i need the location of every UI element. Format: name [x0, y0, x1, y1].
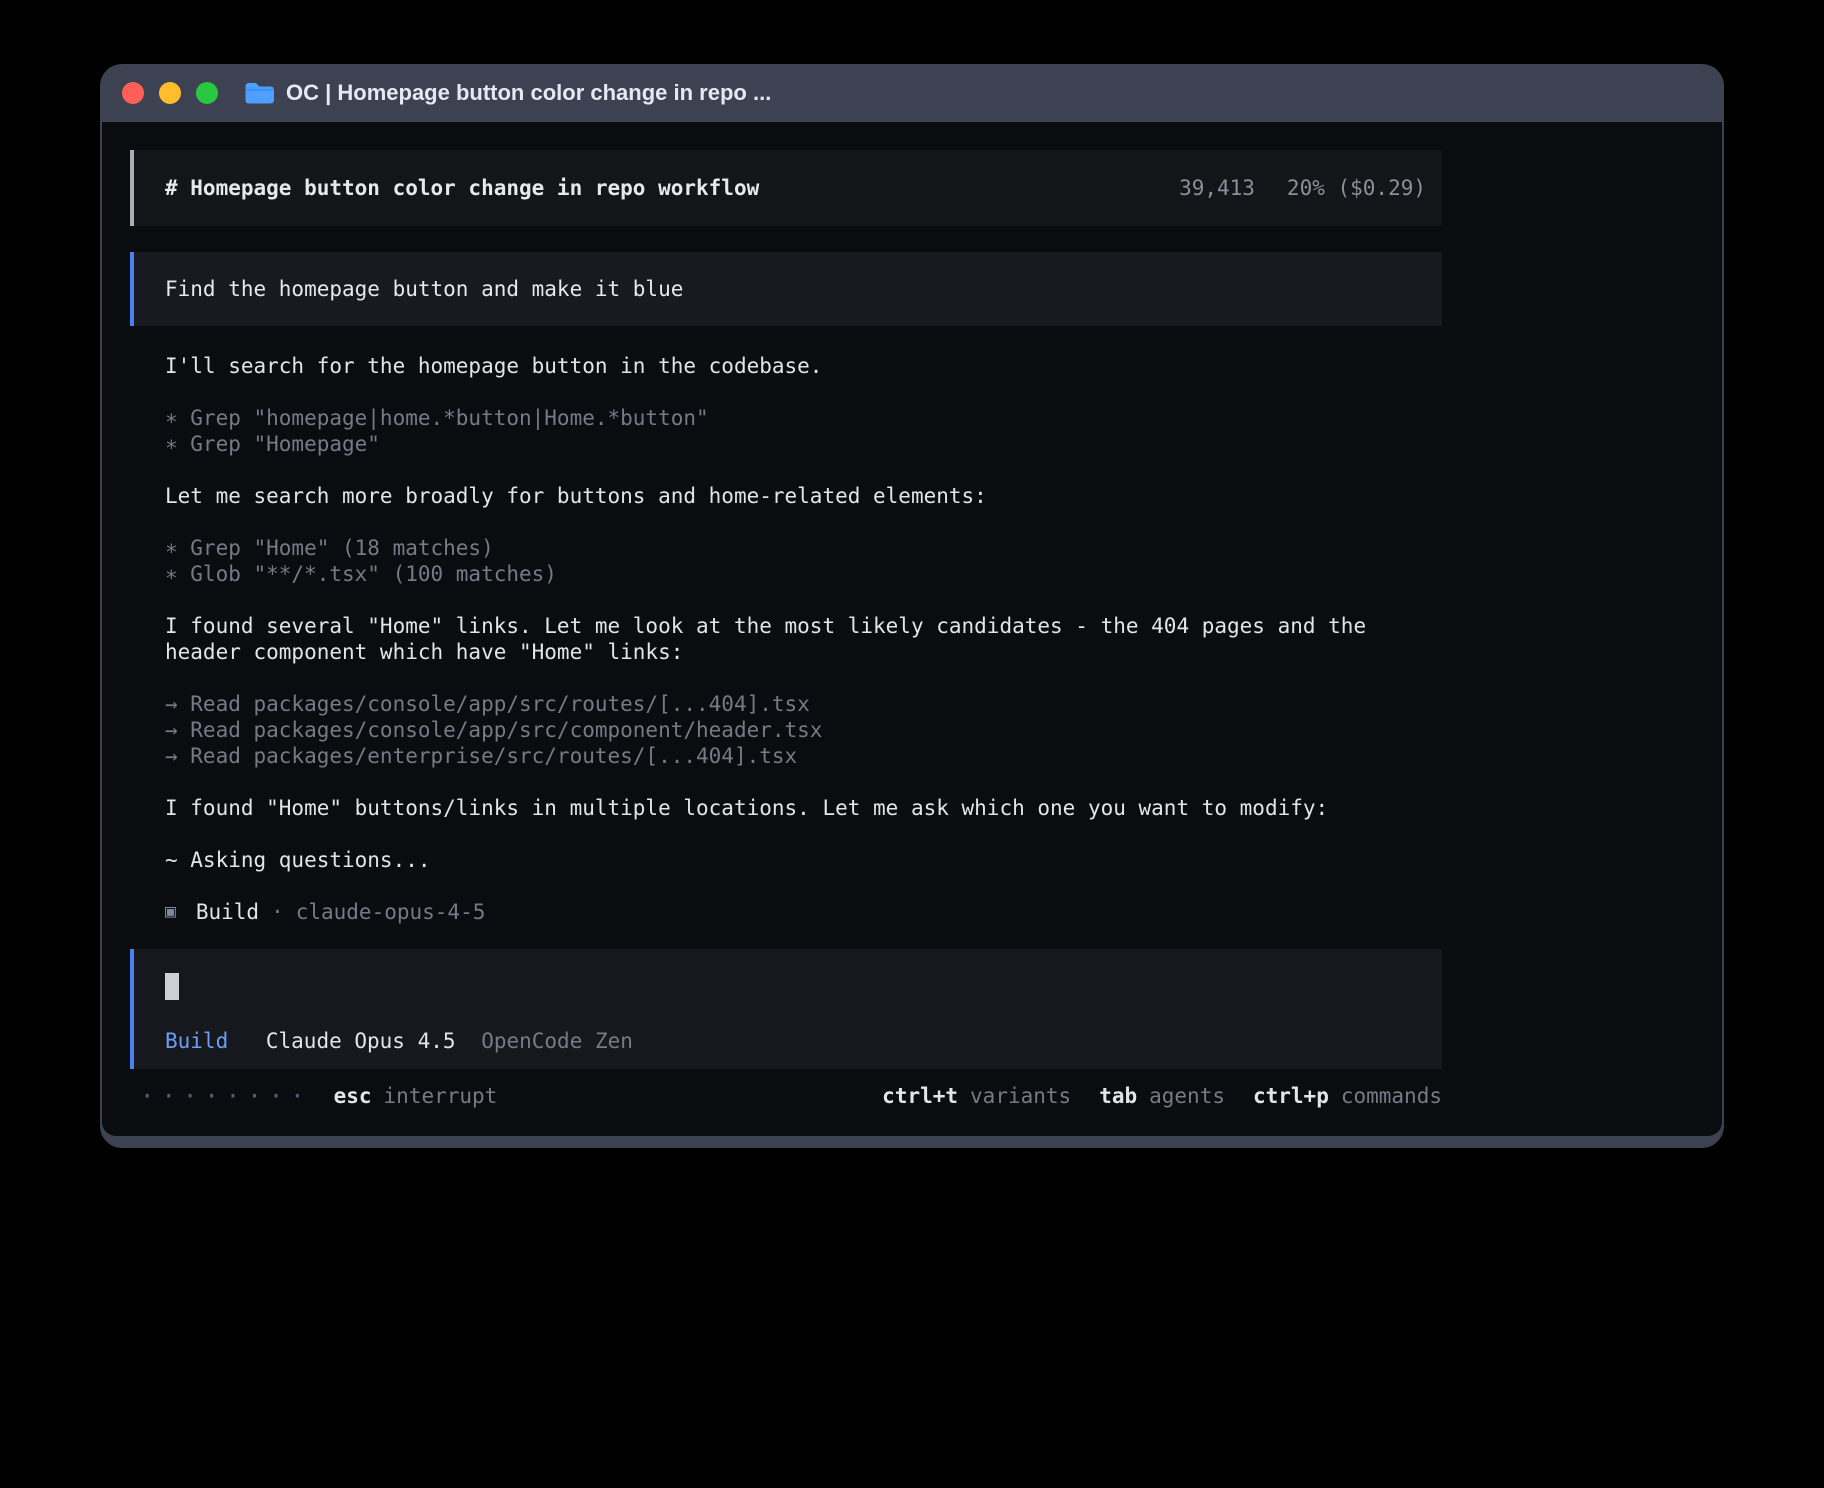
user-message: Find the homepage button and make it blu… [130, 252, 1442, 326]
tool-call-line: → Read packages/console/app/src/routes/[… [165, 691, 1442, 717]
context-usage: 20% ($0.29) [1287, 176, 1426, 200]
assistant-text-line: I'll search for the homepage button in t… [165, 353, 1442, 379]
close-button[interactable] [122, 82, 144, 104]
tool-call-line: ∗ Glob "**/*.tsx" (100 matches) [165, 561, 1442, 587]
prompt-input[interactable]: Build Claude Opus 4.5 OpenCode Zen [130, 949, 1442, 1069]
window-title: OC | Homepage button color change in rep… [286, 80, 771, 106]
session-usage: 39,413 20% ($0.29) [1179, 176, 1442, 200]
minimize-button[interactable] [159, 82, 181, 104]
token-count: 39,413 [1179, 176, 1255, 200]
editor-meta: Build Claude Opus 4.5 OpenCode Zen [165, 1029, 1442, 1053]
blank-line [165, 873, 1442, 899]
assistant-text-line: I found "Home" buttons/links in multiple… [165, 795, 1442, 821]
text-cursor [165, 973, 179, 1000]
shortcut-hints: ctrl+t variants tab agents ctrl+p commands [882, 1083, 1442, 1109]
editor-provider: OpenCode Zen [481, 1029, 633, 1053]
status-left: ········ esc interrupt [130, 1083, 497, 1109]
blank-line [165, 457, 1442, 483]
shortcut-key: ctrl+t [882, 1084, 958, 1108]
shortcut-label: commands [1341, 1084, 1442, 1108]
blank-line [165, 509, 1442, 535]
assistant-text-line: Let me search more broadly for buttons a… [165, 483, 1442, 509]
agent-name: Build [196, 899, 259, 925]
folder-icon [244, 81, 274, 105]
transcript: I'll search for the homepage button in t… [130, 353, 1442, 899]
tool-call-line: ∗ Grep "homepage|home.*button|Home.*butt… [165, 405, 1442, 431]
agent-separator: · [271, 899, 284, 925]
shortcut-agents: tab agents [1099, 1083, 1225, 1109]
terminal-content: # Homepage button color change in repo w… [102, 122, 1722, 1136]
user-message-text: Find the homepage button and make it blu… [165, 277, 683, 301]
esc-key-hint: esc [334, 1083, 372, 1109]
tool-call-line: ∗ Grep "Home" (18 matches) [165, 535, 1442, 561]
terminal-window: OC | Homepage button color change in rep… [100, 64, 1724, 1148]
shortcut-label: variants [970, 1084, 1071, 1108]
agent-icon: ▣ [165, 899, 176, 925]
editor-mode: Build [165, 1029, 228, 1053]
assistant-text-line: ~ Asking questions... [165, 847, 1442, 873]
shortcut-key: ctrl+p [1253, 1084, 1329, 1108]
traffic-lights [122, 82, 218, 104]
agent-status-line: ▣ Build · claude-opus-4-5 [130, 899, 1442, 925]
status-bar: ········ esc interrupt ctrl+t variants tab… [130, 1083, 1442, 1109]
session-header: # Homepage button color change in repo w… [130, 150, 1442, 226]
shortcut-label: agents [1149, 1084, 1225, 1108]
tool-call-line: → Read packages/enterprise/src/routes/[.… [165, 743, 1442, 769]
spinner-dots: ········ [140, 1083, 312, 1109]
session-title: # Homepage button color change in repo w… [165, 176, 759, 200]
shortcut-key: tab [1099, 1084, 1137, 1108]
blank-line [165, 821, 1442, 847]
blank-line [165, 587, 1442, 613]
shortcut-variants: ctrl+t variants [882, 1083, 1071, 1109]
blank-line [165, 769, 1442, 795]
window-titlebar: OC | Homepage button color change in rep… [102, 64, 1722, 122]
assistant-text-line: I found several "Home" links. Let me loo… [165, 613, 1442, 665]
tool-call-line: ∗ Grep "Homepage" [165, 431, 1442, 457]
tool-call-line: → Read packages/console/app/src/componen… [165, 717, 1442, 743]
zoom-button[interactable] [196, 82, 218, 104]
shortcut-commands: ctrl+p commands [1253, 1083, 1442, 1109]
editor-model: Claude Opus 4.5 [266, 1029, 456, 1053]
agent-model: claude-opus-4-5 [296, 899, 486, 925]
blank-line [165, 379, 1442, 405]
blank-line [165, 665, 1442, 691]
esc-key-label: interrupt [384, 1083, 498, 1109]
